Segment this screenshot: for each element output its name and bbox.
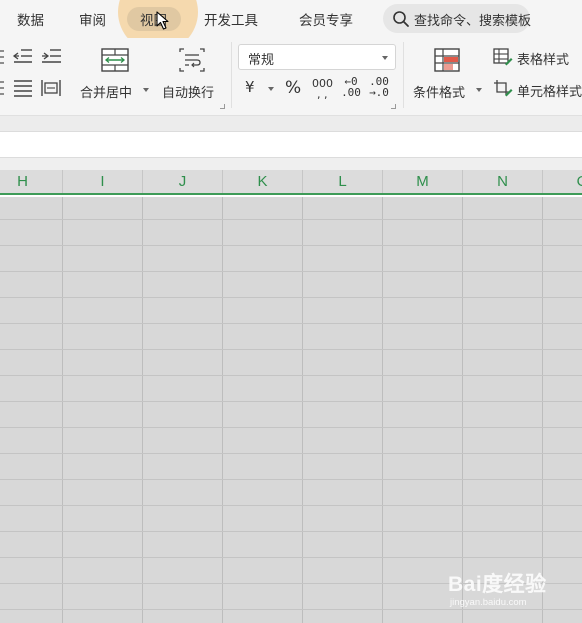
currency-dropdown[interactable]: [268, 87, 274, 91]
conditional-format-icon[interactable]: [433, 47, 461, 73]
command-search-box[interactable]: 查找命令、搜索模板: [383, 4, 532, 33]
row-gridline: [0, 323, 582, 324]
tab-member-exclusive[interactable]: 会员专享: [299, 9, 353, 29]
tab-data[interactable]: 数据: [17, 9, 44, 29]
column-header-m[interactable]: M: [383, 170, 463, 193]
group-separator: [231, 42, 232, 108]
row-gridline: [0, 401, 582, 402]
increase-decimal-bottom: .00: [341, 86, 361, 99]
column-gridline: [142, 197, 143, 623]
ribbon-bottom-strip: [0, 115, 582, 131]
column-gridline: [542, 197, 543, 623]
mouse-cursor-icon: [156, 11, 169, 30]
column-header-i[interactable]: I: [63, 170, 143, 193]
group-separator: [403, 42, 404, 108]
number-format-value: 常规: [248, 53, 275, 68]
row-gridline: [0, 271, 582, 272]
conditional-format-dropdown[interactable]: [476, 88, 482, 92]
column-gridline: [462, 197, 463, 623]
row-gridline: [0, 349, 582, 350]
cell-grid[interactable]: [0, 197, 582, 623]
chevron-down-icon: [382, 56, 388, 60]
increase-decimal-button[interactable]: ←0 .00: [340, 76, 362, 98]
watermark-url-text: jingyan.baidu.com: [450, 597, 527, 608]
row-gridline: [0, 219, 582, 220]
conditional-format-label[interactable]: 条件格式: [413, 82, 465, 101]
formula-bar[interactable]: [0, 131, 582, 158]
search-icon: [393, 11, 409, 27]
column-gridline: [62, 197, 63, 623]
watermark-main-text: Bai度经验: [448, 573, 547, 596]
ribbon-toolbar: 合并居中 自动换行 常规 ¥ % 000 , , ←0 .00 .00 →.0: [0, 38, 582, 115]
decrease-decimal-button[interactable]: .00 →.0: [368, 76, 390, 98]
tab-review[interactable]: 审阅: [79, 9, 106, 29]
alignment-dialog-launcher[interactable]: [220, 104, 225, 109]
column-header-l[interactable]: L: [303, 170, 383, 193]
table-style-label[interactable]: 表格样式: [517, 49, 569, 68]
percent-button[interactable]: %: [285, 78, 301, 98]
increase-indent-icon[interactable]: [40, 47, 62, 67]
sheet-top-strip: [0, 158, 582, 170]
decrease-decimal-bottom: →.0: [369, 86, 389, 99]
row-gridline: [0, 479, 582, 480]
row-gridline: [0, 531, 582, 532]
table-style-icon[interactable]: [493, 48, 513, 66]
baidu-jingyan-watermark: Bai度经验 jingyan.baidu.com: [448, 568, 578, 613]
column-header-j[interactable]: J: [143, 170, 223, 193]
row-gridline: [0, 557, 582, 558]
wrap-text-icon[interactable]: [177, 47, 207, 73]
row-gridline: [0, 505, 582, 506]
thousands-comma-mark: , ,: [317, 88, 328, 101]
column-header-row: H I J K L M N O: [0, 170, 582, 195]
tab-developer-tools[interactable]: 开发工具: [204, 9, 258, 29]
distribute-icon[interactable]: [0, 79, 5, 97]
merge-center-dropdown[interactable]: [143, 88, 149, 92]
justify-icon[interactable]: [12, 78, 34, 98]
merge-center-icon[interactable]: [100, 47, 130, 73]
column-gridline: [222, 197, 223, 623]
row-gridline: [0, 427, 582, 428]
auto-wrap-label[interactable]: 自动换行: [162, 82, 214, 101]
distributed-align-icon[interactable]: [40, 78, 62, 98]
merge-center-label[interactable]: 合并居中: [80, 82, 132, 101]
column-header-n[interactable]: N: [463, 170, 543, 193]
column-header-o[interactable]: O: [543, 170, 582, 193]
align-left-icon[interactable]: [0, 48, 5, 66]
currency-button[interactable]: ¥: [245, 78, 255, 96]
cell-style-label[interactable]: 单元格样式: [517, 81, 582, 100]
row-gridline: [0, 453, 582, 454]
menu-bar: 数据 审阅 视图 开发工具 会员专享 查找命令、搜索模板: [0, 0, 582, 52]
decrease-indent-icon[interactable]: [12, 47, 34, 67]
row-gridline: [0, 245, 582, 246]
column-gridline: [382, 197, 383, 623]
column-header-h[interactable]: H: [0, 170, 63, 193]
row-gridline: [0, 297, 582, 298]
search-placeholder: 查找命令、搜索模板: [414, 14, 532, 29]
row-gridline: [0, 375, 582, 376]
cell-style-icon[interactable]: [493, 79, 513, 97]
column-header-k[interactable]: K: [223, 170, 303, 193]
column-gridline: [302, 197, 303, 623]
number-format-select[interactable]: 常规: [238, 44, 396, 70]
number-format-dialog-launcher[interactable]: [391, 104, 396, 109]
